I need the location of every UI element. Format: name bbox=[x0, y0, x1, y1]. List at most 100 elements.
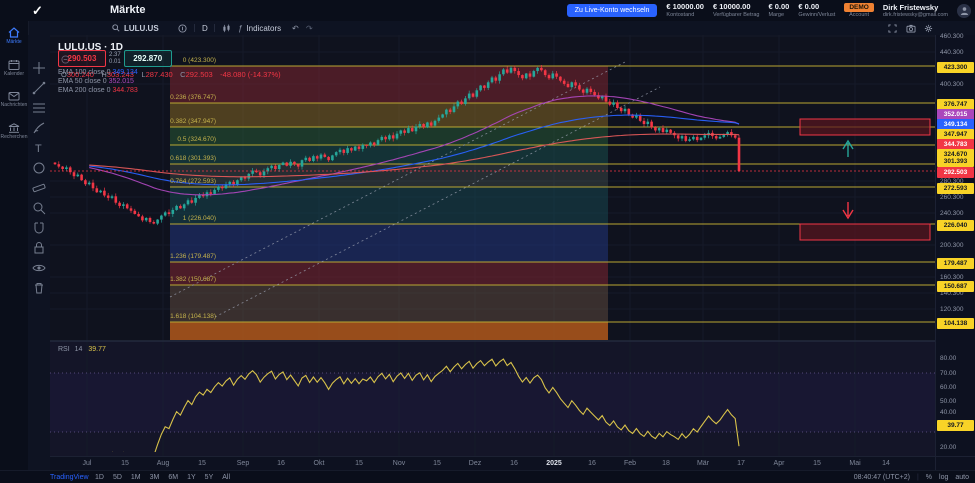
home-icon bbox=[8, 27, 20, 38]
range-button-1m[interactable]: 1M bbox=[131, 474, 141, 481]
redo-button[interactable]: ↷ bbox=[306, 21, 313, 35]
stat-balance-label: Kontostand bbox=[666, 12, 694, 18]
account-summary: Zu Live-Konto wechseln € 10000.00 Kontos… bbox=[567, 0, 971, 21]
auto-scale-button[interactable]: auto bbox=[955, 474, 969, 481]
axis-price-badge: 347.947 bbox=[937, 129, 974, 140]
axis-tick: 80.00 bbox=[940, 355, 956, 363]
trash-tool-icon[interactable] bbox=[32, 281, 46, 295]
range-button-6m[interactable]: 6M bbox=[168, 474, 178, 481]
symbol-label: LULU.US bbox=[124, 24, 159, 33]
price-zone-box[interactable] bbox=[800, 119, 930, 135]
time-axis-label: 15 bbox=[804, 460, 830, 467]
trade-panel: 290.503 2.37 0.01 292.870 bbox=[58, 50, 172, 67]
price-axis[interactable]: 460.300440.300400.300280.300260.300240.3… bbox=[935, 35, 975, 456]
avatar[interactable] bbox=[957, 4, 971, 18]
time-axis-label: 15 bbox=[189, 460, 215, 467]
sidebar-item-recherchen[interactable]: Recherchen bbox=[0, 123, 28, 140]
axis-tick: 40.00 bbox=[940, 409, 956, 417]
shapes-tool-icon[interactable] bbox=[32, 161, 46, 175]
down-arrow-icon bbox=[843, 202, 853, 218]
stat-available: € 10000.00 Verfügbarer Betrag bbox=[713, 3, 759, 17]
account-type: DEMO Account bbox=[844, 3, 874, 18]
zoom-tool-icon[interactable] bbox=[32, 201, 46, 215]
candle-style-icon[interactable] bbox=[222, 24, 231, 33]
symbol-search-button[interactable]: LULU.US bbox=[112, 21, 159, 35]
lock-tool-icon[interactable] bbox=[32, 241, 46, 255]
axis-price-badge: 272.593 bbox=[937, 183, 974, 194]
axis-price-badge: 423.300 bbox=[937, 62, 974, 73]
left-nav-rail: Märkte Kalender Nachrichten Recherchen bbox=[0, 21, 29, 483]
sidebar-item-label: Recherchen bbox=[1, 134, 28, 140]
sidebar-item-maerkte[interactable]: Märkte bbox=[0, 27, 28, 45]
axis-price-badge: 349.134 bbox=[937, 119, 974, 130]
clock-area: 08:40:47 (UTC+2) | % log auto bbox=[854, 474, 969, 481]
price-pane bbox=[50, 62, 935, 340]
chart-canvas[interactable]: LULU.US · 1D O300.240 H303.243 L287.430 … bbox=[50, 35, 935, 456]
measure-tool-icon[interactable] bbox=[32, 181, 46, 195]
hide-drawings-eye-icon[interactable] bbox=[32, 261, 46, 275]
time-axis-label: Aug bbox=[150, 460, 176, 467]
sell-button[interactable]: 290.503 bbox=[58, 50, 106, 67]
axis-tick: 20.00 bbox=[940, 444, 956, 452]
percent-scale-button[interactable]: % bbox=[926, 474, 932, 481]
range-button-all[interactable]: All bbox=[222, 474, 230, 481]
user-email: dirk.fristewsky@gmail.com bbox=[883, 12, 948, 19]
chart-svg bbox=[50, 35, 935, 456]
stat-margin-value: € 0.00 bbox=[768, 3, 789, 11]
info-circle-icon[interactable] bbox=[178, 24, 187, 33]
brush-tool-icon[interactable] bbox=[32, 121, 46, 135]
range-button-1y[interactable]: 1Y bbox=[187, 474, 196, 481]
page-title: Märkte bbox=[110, 4, 145, 16]
switch-to-live-button[interactable]: Zu Live-Konto wechseln bbox=[567, 4, 658, 17]
time-axis-label: Dez bbox=[462, 460, 488, 467]
tradingview-attribution[interactable]: TradingView bbox=[50, 474, 89, 481]
buy-button[interactable]: 292.870 bbox=[124, 50, 172, 67]
axis-tick: 200.300 bbox=[940, 242, 964, 250]
stat-balance: € 10000.00 Kontostand bbox=[666, 3, 704, 17]
top-app-bar: ✓ Märkte Zu Live-Konto wechseln € 10000.… bbox=[0, 0, 975, 22]
fullscreen-icon[interactable] bbox=[888, 24, 897, 33]
axis-tick: 120.300 bbox=[940, 306, 964, 314]
magnet-tool-icon[interactable] bbox=[32, 221, 46, 235]
axis-price-badge: 344.783 bbox=[937, 139, 974, 150]
chart-toolbar: LULU.US D ƒ Indicators ↶ ↷ bbox=[0, 21, 975, 36]
trading-app: ✓ Märkte Zu Live-Konto wechseln € 10000.… bbox=[0, 0, 975, 483]
stat-pnl: € 0.00 Gewinn/Verlust bbox=[798, 3, 835, 17]
camera-icon[interactable] bbox=[906, 24, 916, 33]
time-axis-label: 16 bbox=[501, 460, 527, 467]
search-icon bbox=[112, 24, 120, 32]
interval-button[interactable]: D bbox=[202, 21, 208, 35]
user-name: Dirk Fristewsky bbox=[883, 3, 938, 12]
trend-line-tool-icon[interactable] bbox=[32, 81, 46, 95]
axis-tick: 400.300 bbox=[940, 81, 964, 89]
range-button-3m[interactable]: 3M bbox=[150, 474, 160, 481]
stat-pnl-label: Gewinn/Verlust bbox=[798, 12, 835, 18]
time-axis-label: 14 bbox=[873, 460, 899, 467]
axis-tick: 240.300 bbox=[940, 210, 964, 218]
stat-available-value: € 10000.00 bbox=[713, 3, 751, 11]
time-axis[interactable]: Jul15Aug15Sep16Okt15Nov15Dez16202516Feb1… bbox=[50, 456, 935, 471]
demo-badge: DEMO bbox=[844, 3, 874, 12]
log-scale-button[interactable]: log bbox=[939, 474, 948, 481]
axis-price-badge: 292.503 bbox=[937, 167, 974, 178]
axis-tick: 70.00 bbox=[940, 370, 956, 378]
stat-margin-label: Marge bbox=[768, 12, 784, 18]
demo-label: Account bbox=[849, 12, 869, 18]
text-tool-icon[interactable]: T bbox=[32, 141, 46, 155]
sidebar-item-kalender[interactable]: Kalender bbox=[0, 59, 28, 77]
drawing-tools-rail: T bbox=[28, 35, 51, 470]
undo-button[interactable]: ↶ bbox=[292, 21, 299, 35]
fib-retracement-tool-icon[interactable] bbox=[32, 101, 46, 115]
range-button-5y[interactable]: 5Y bbox=[205, 474, 214, 481]
range-button-5d[interactable]: 5D bbox=[113, 474, 122, 481]
gear-icon[interactable] bbox=[924, 24, 933, 33]
price-zone-box[interactable] bbox=[800, 224, 930, 240]
range-button-1d[interactable]: 1D bbox=[95, 474, 104, 481]
clock[interactable]: 08:40:47 (UTC+2) bbox=[854, 474, 910, 481]
axis-price-badge: 226.040 bbox=[937, 220, 974, 231]
sidebar-item-nachrichten[interactable]: Nachrichten bbox=[0, 91, 28, 108]
crosshair-tool-icon[interactable] bbox=[32, 61, 46, 75]
axis-price-badge: 376.747 bbox=[937, 99, 974, 110]
user-info: Dirk Fristewsky dirk.fristewsky@gmail.co… bbox=[883, 3, 948, 19]
indicators-button[interactable]: ƒ Indicators bbox=[238, 21, 281, 35]
